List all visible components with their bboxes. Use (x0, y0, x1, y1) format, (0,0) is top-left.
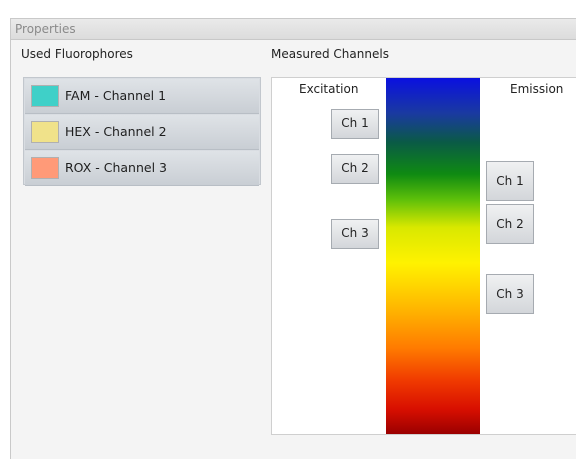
emission-channel-1-button[interactable]: Ch 1 (486, 161, 534, 201)
window-title: Properties (11, 19, 576, 40)
emission-label: Emission (510, 82, 564, 96)
spectrum-gradient-bar (386, 78, 480, 434)
fluorophore-label: ROX - Channel 3 (65, 160, 167, 175)
fluorophore-item-fam[interactable]: FAM - Channel 1 (25, 79, 259, 114)
hex-color-swatch (31, 121, 59, 143)
fluorophore-label: FAM - Channel 1 (65, 88, 167, 103)
fluorophore-list: FAM - Channel 1 HEX - Channel 2 ROX - Ch… (23, 77, 261, 186)
excitation-label: Excitation (299, 82, 359, 96)
excitation-channel-2-button[interactable]: Ch 2 (331, 154, 379, 184)
excitation-channel-3-button[interactable]: Ch 3 (331, 219, 379, 249)
fam-color-swatch (31, 85, 59, 107)
fluorophore-item-hex[interactable]: HEX - Channel 2 (25, 115, 259, 150)
used-fluorophores-heading: Used Fluorophores (21, 47, 133, 61)
measured-channels-heading: Measured Channels (271, 47, 389, 61)
measured-channels-panel: Excitation Emission Ch 1 Ch 2 Ch 3 Ch 1 … (271, 77, 576, 435)
rox-color-swatch (31, 157, 59, 179)
fluorophore-label: HEX - Channel 2 (65, 124, 167, 139)
emission-channel-2-button[interactable]: Ch 2 (486, 204, 534, 244)
emission-channel-3-button[interactable]: Ch 3 (486, 274, 534, 314)
excitation-channel-1-button[interactable]: Ch 1 (331, 109, 379, 139)
fluorophore-item-rox[interactable]: ROX - Channel 3 (25, 151, 259, 186)
properties-window: Properties Used Fluorophores FAM - Chann… (10, 18, 576, 459)
